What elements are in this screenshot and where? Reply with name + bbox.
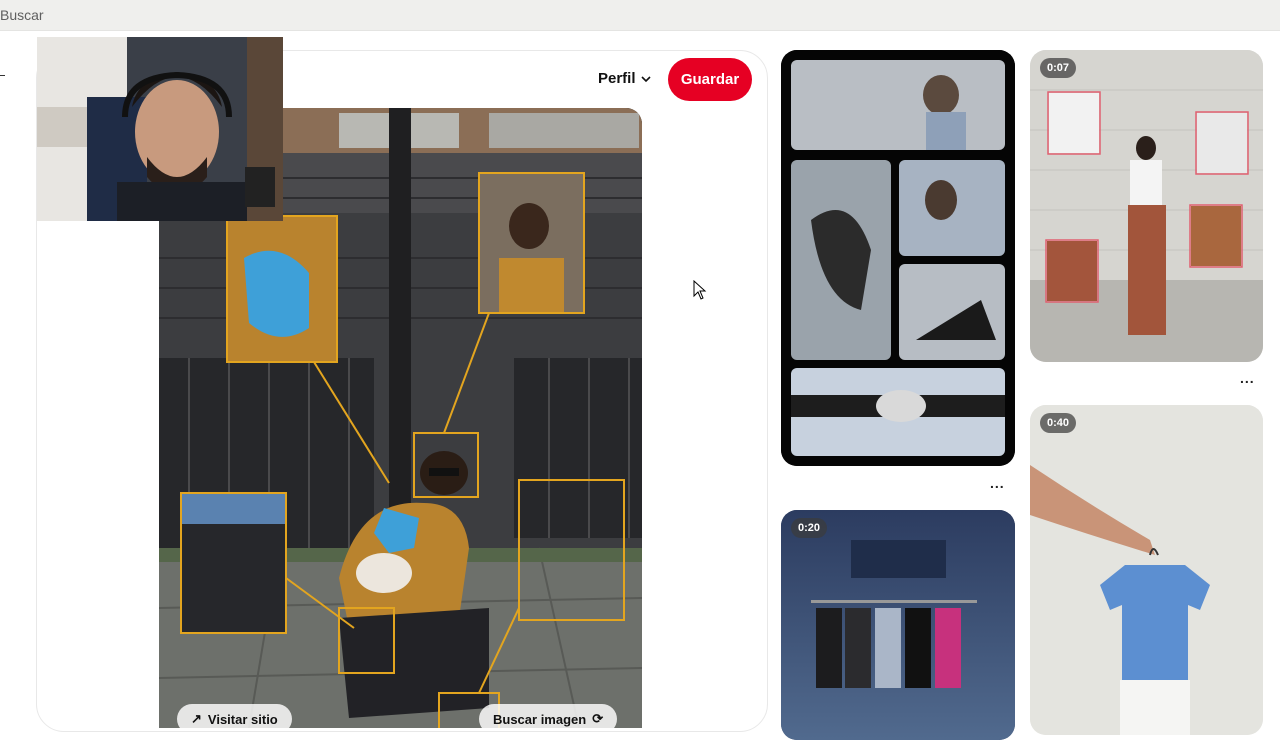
save-button[interactable]: Guardar [668, 58, 752, 101]
visit-site-button[interactable]: ↗ Visitar sitio [177, 704, 292, 728]
external-link-icon: ↗ [191, 711, 202, 726]
search-image-button[interactable]: Buscar imagen ⟳ [479, 704, 618, 728]
clothing-rack-image [781, 510, 1015, 740]
lookbook-image [1030, 50, 1263, 362]
profile-label: Perfil [598, 70, 636, 87]
webcam-overlay [37, 37, 283, 221]
search-bar[interactable]: Buscar [0, 0, 1280, 31]
visual-search-icon: ⟳ [592, 711, 604, 726]
feed-pin-evolve[interactable]: 0:20 [781, 510, 1015, 740]
feed-pin-lookbook[interactable]: 0:07 [1030, 50, 1263, 362]
feed-pin-collage[interactable] [781, 50, 1015, 466]
more-options-lookbook[interactable]: ... [1240, 370, 1255, 386]
search-image-label: Buscar imagen [493, 711, 587, 727]
streamer-webcam-feed [37, 37, 283, 221]
visit-site-label: Visitar sitio [207, 711, 278, 727]
video-duration-badge: 0:40 [1040, 413, 1077, 433]
more-options-collage[interactable]: ... [990, 475, 1005, 491]
feed-pin-sale-season[interactable]: 0:40 [1030, 405, 1263, 735]
chevron-down-icon [640, 75, 651, 82]
sale-tshirt-image [1030, 405, 1263, 735]
mouse-cursor-icon [693, 280, 707, 300]
search-input[interactable]: Buscar [0, 7, 44, 23]
profile-dropdown[interactable]: Perfil [598, 70, 652, 87]
video-duration-badge: 0:07 [1040, 58, 1077, 78]
sidebar-edge [0, 75, 5, 76]
outfit-collage-image [781, 50, 1015, 466]
video-duration-badge: 0:20 [791, 518, 828, 538]
